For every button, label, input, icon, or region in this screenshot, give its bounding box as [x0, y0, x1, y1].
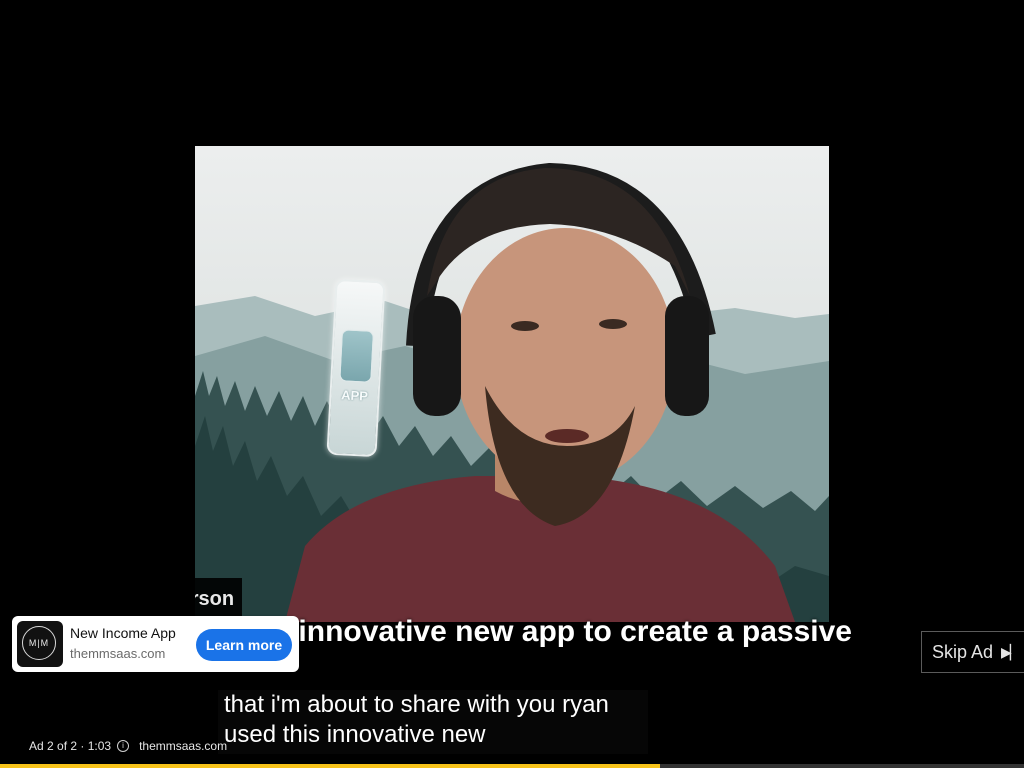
advertiser-logo-mark: M|M — [22, 626, 56, 660]
closed-captions: that i'm about to share with you ryan us… — [218, 690, 648, 754]
skip-ad-button[interactable]: Skip Ad ▶▏ — [921, 631, 1024, 673]
ad-title[interactable]: New Income App — [70, 625, 176, 641]
info-icon[interactable]: i — [117, 740, 130, 752]
video-frame[interactable]: APP Ryan Peterson — [195, 146, 829, 622]
advertiser-logo[interactable]: M|M — [17, 621, 63, 667]
ad-progress-fill — [0, 764, 661, 768]
skip-ad-label: Skip Ad — [932, 641, 994, 662]
learn-more-button[interactable]: Learn more — [196, 629, 292, 661]
ad-position-text: Ad 2 of 2 · 1:03 — [29, 739, 112, 753]
ad-info-card[interactable]: M|M New Income App themmsaas.com Learn m… — [12, 616, 299, 672]
ad-domain[interactable]: themmsaas.com — [70, 646, 165, 661]
presenter — [285, 162, 795, 622]
caption-line-2: used this innovative new — [224, 721, 486, 748]
ad-status-bar: Ad 2 of 2 · 1:03 i themmsaas.com — [29, 739, 227, 753]
ad-progress-bar[interactable] — [0, 764, 1024, 768]
ad-url-link[interactable]: themmsaas.com — [139, 739, 227, 753]
video-player[interactable]: APP Ryan Peterson Ryan uses innov — [0, 0, 1024, 768]
caption-line-1: that i'm about to share with you ryan — [224, 691, 609, 718]
skip-next-icon: ▶▏ — [1001, 643, 1020, 660]
